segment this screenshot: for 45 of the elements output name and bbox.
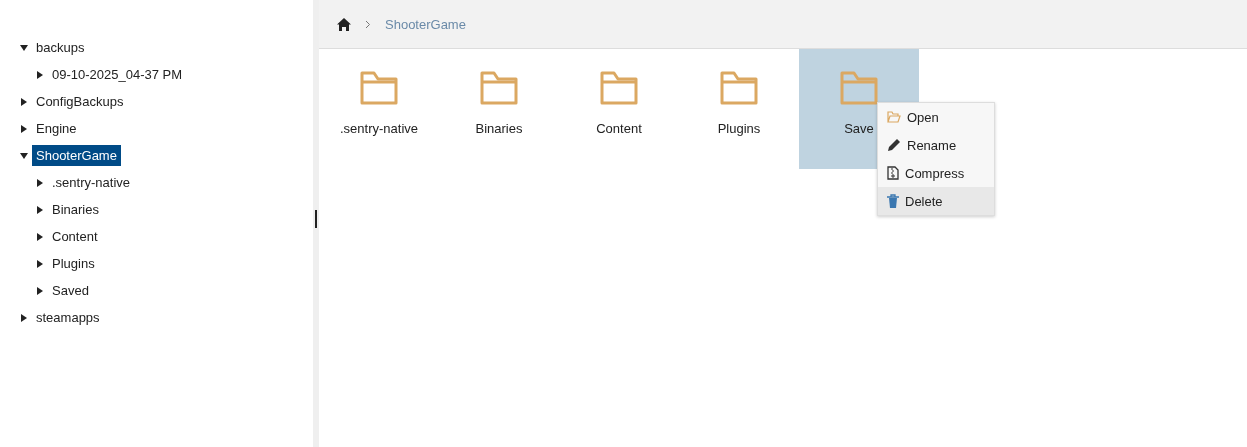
- folder-icon: [600, 71, 638, 105]
- folder-icon: [720, 71, 758, 105]
- folder-icon: [840, 71, 878, 105]
- folder-name: .sentry-native: [339, 121, 418, 136]
- collapsed-arrow-icon[interactable]: [19, 96, 29, 107]
- folder-name: Content: [596, 121, 642, 136]
- zip-file-icon: [887, 166, 899, 180]
- tree-item[interactable]: Binaries: [48, 199, 103, 220]
- resize-handle[interactable]: [315, 210, 317, 228]
- home-icon[interactable]: [337, 17, 351, 31]
- tree-item[interactable]: 09-10-2025_04-37 PM: [48, 64, 187, 85]
- folder-tile[interactable]: Plugins: [679, 49, 799, 169]
- pencil-icon: [887, 138, 901, 152]
- tree-item[interactable]: Engine: [32, 118, 81, 139]
- tree-item[interactable]: Plugins: [48, 253, 99, 274]
- tree-item[interactable]: ShooterGame: [32, 145, 121, 166]
- tree-item[interactable]: Saved: [48, 280, 93, 301]
- tree-item[interactable]: .sentry-native: [48, 172, 135, 193]
- collapsed-arrow-icon[interactable]: [35, 258, 45, 269]
- expanded-arrow-icon[interactable]: [19, 42, 29, 53]
- collapsed-arrow-icon[interactable]: [19, 312, 29, 323]
- expanded-arrow-icon[interactable]: [19, 150, 29, 161]
- folder-tile[interactable]: Binaries: [439, 49, 559, 169]
- folder-name: Save: [844, 121, 874, 136]
- chevron-icon: [365, 19, 371, 29]
- collapsed-arrow-icon[interactable]: [35, 231, 45, 242]
- tree-item[interactable]: Content: [48, 226, 102, 247]
- collapsed-arrow-icon[interactable]: [19, 123, 29, 134]
- folder-tile[interactable]: Content: [559, 49, 679, 169]
- menu-label: Delete: [905, 193, 943, 209]
- collapsed-arrow-icon[interactable]: [35, 177, 45, 188]
- menu-item[interactable]: Delete: [878, 187, 994, 215]
- tree-item[interactable]: ConfigBackups: [32, 91, 128, 112]
- folder-name: Plugins: [717, 121, 761, 136]
- collapsed-arrow-icon[interactable]: [35, 204, 45, 215]
- trash-icon: [887, 194, 899, 208]
- folder-tile[interactable]: .sentry-native: [319, 49, 439, 169]
- open-folder-icon: [887, 111, 901, 123]
- folder-name: Binaries: [475, 121, 523, 136]
- folder-icon: [360, 71, 398, 105]
- collapsed-arrow-icon[interactable]: [35, 69, 45, 80]
- collapsed-arrow-icon[interactable]: [35, 285, 45, 296]
- tree-item[interactable]: steamapps: [32, 307, 104, 328]
- tree-item[interactable]: backups: [32, 37, 89, 58]
- folder-icon: [480, 71, 518, 105]
